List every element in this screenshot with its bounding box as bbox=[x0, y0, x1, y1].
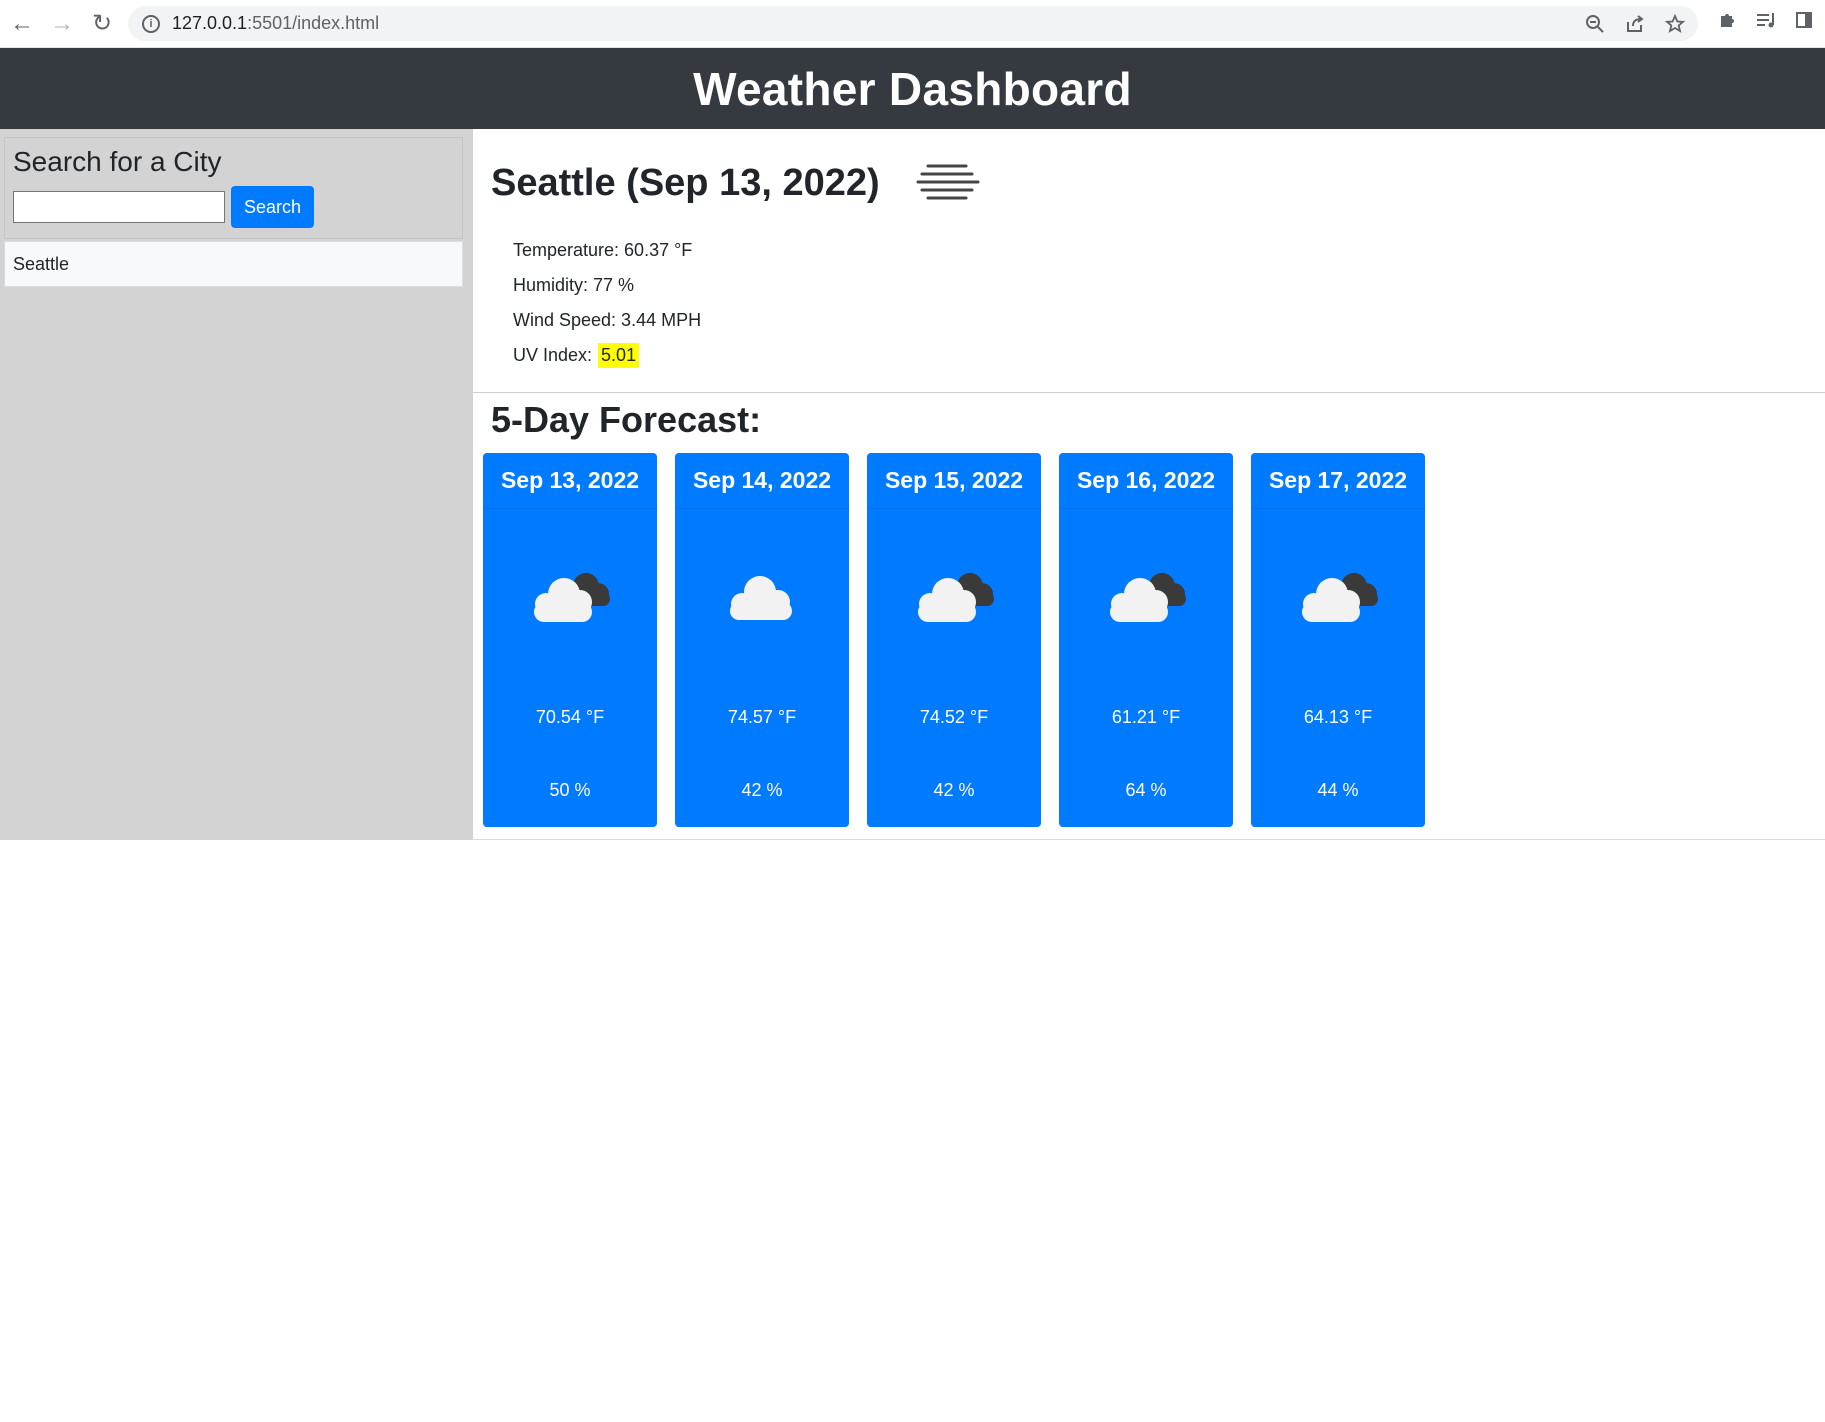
mist-icon bbox=[916, 162, 980, 211]
broken-clouds-icon bbox=[1100, 561, 1192, 631]
side-panel-icon[interactable] bbox=[1791, 7, 1817, 33]
forecast-date: Sep 15, 2022 bbox=[867, 453, 1041, 509]
humidity-text: Humidity: 77 % bbox=[513, 275, 635, 295]
forecast-temp: 61.21 °F bbox=[1111, 707, 1181, 727]
uv-index-badge: 5.01 bbox=[598, 343, 640, 368]
forecast-card: Sep 16, 2022 61.21 °F 64 % bbox=[1059, 453, 1233, 827]
back-arrow-icon[interactable]: ← bbox=[2, 4, 42, 44]
forecast-card: Sep 15, 2022 74.52 °F 42 % bbox=[867, 453, 1041, 827]
page-title: Weather Dashboard bbox=[693, 62, 1132, 115]
history-item-seattle[interactable]: Seattle bbox=[4, 241, 463, 287]
forecast-temp: 64.13 °F bbox=[1303, 707, 1373, 727]
scattered-clouds-icon bbox=[716, 561, 808, 631]
forecast-date: Sep 13, 2022 bbox=[483, 453, 657, 509]
address-bar[interactable]: i 127.0.0.1:5501/index.html bbox=[128, 6, 1698, 41]
forecast-humidity: 44 % bbox=[1317, 780, 1359, 800]
forecast-section: 5-Day Forecast: Sep 13, 2022 70.54 °F 50… bbox=[473, 399, 1825, 827]
site-info-icon[interactable]: i bbox=[142, 14, 160, 33]
city-search-input[interactable] bbox=[13, 191, 225, 223]
forecast-card: Sep 14, 2022 74.57 °F 42 % bbox=[675, 453, 849, 827]
reload-icon[interactable]: ↻ bbox=[82, 4, 122, 44]
extensions-puzzle-icon[interactable] bbox=[1715, 7, 1741, 33]
search-card: Search for a City Search bbox=[4, 137, 463, 239]
current-weather: Seattle (Sep 13, 2022) Temperature: 60.3… bbox=[473, 129, 1825, 393]
forecast-humidity: 64 % bbox=[1125, 780, 1167, 800]
temperature-text: Temperature: 60.37 °F bbox=[513, 240, 693, 260]
search-button[interactable]: Search bbox=[231, 186, 314, 228]
forecast-date: Sep 16, 2022 bbox=[1059, 453, 1233, 509]
search-title: Search for a City bbox=[13, 146, 222, 177]
broken-clouds-icon bbox=[524, 561, 616, 631]
url-path: :5501/index.html bbox=[247, 13, 380, 33]
forecast-card: Sep 17, 2022 64.13 °F 44 % bbox=[1251, 453, 1425, 827]
uv-index-row: UV Index: 5.01 bbox=[513, 338, 1825, 373]
forecast-humidity: 42 % bbox=[933, 780, 975, 800]
forecast-temp: 74.52 °F bbox=[919, 707, 989, 727]
forecast-temp: 74.57 °F bbox=[727, 707, 797, 727]
main-content: Seattle (Sep 13, 2022) Temperature: 60.3… bbox=[473, 129, 1825, 840]
broken-clouds-icon bbox=[1292, 561, 1384, 631]
browser-toolbar: ← → ↻ i 127.0.0.1:5501/index.html bbox=[0, 0, 1825, 48]
share-icon[interactable] bbox=[1622, 11, 1648, 37]
current-city-heading: Seattle (Sep 13, 2022) bbox=[491, 161, 880, 204]
current-header: Seattle (Sep 13, 2022) bbox=[491, 129, 1825, 237]
zoom-icon[interactable] bbox=[1582, 11, 1608, 37]
current-stats: Temperature: 60.37 °F Humidity: 77 % Win… bbox=[491, 233, 1825, 373]
forecast-cards: Sep 13, 2022 70.54 °F 50 % Sep 14, 2022 bbox=[483, 453, 1825, 827]
uv-index-label: UV Index: bbox=[513, 345, 593, 365]
forecast-humidity: 42 % bbox=[741, 780, 783, 800]
forecast-date: Sep 17, 2022 bbox=[1251, 453, 1425, 509]
forward-arrow-icon[interactable]: → bbox=[42, 4, 82, 44]
forecast-date: Sep 14, 2022 bbox=[675, 453, 849, 509]
bookmark-star-icon[interactable] bbox=[1662, 11, 1688, 37]
wind-speed-text: Wind Speed: 3.44 MPH bbox=[513, 310, 702, 330]
page-body: Search for a City Search Seattle Seattle… bbox=[0, 129, 1825, 840]
page-header: Weather Dashboard bbox=[0, 48, 1825, 129]
forecast-humidity: 50 % bbox=[549, 780, 591, 800]
forecast-title: 5-Day Forecast: bbox=[491, 399, 762, 440]
forecast-temp: 70.54 °F bbox=[535, 707, 605, 727]
broken-clouds-icon bbox=[908, 561, 1000, 631]
url-host: 127.0.0.1 bbox=[172, 13, 248, 33]
url-text[interactable]: 127.0.0.1:5501/index.html bbox=[172, 13, 379, 34]
reading-list-icon[interactable] bbox=[1753, 7, 1779, 33]
search-row: Search bbox=[13, 186, 454, 228]
sidebar: Search for a City Search Seattle bbox=[0, 129, 473, 840]
forecast-card: Sep 13, 2022 70.54 °F 50 % bbox=[483, 453, 657, 827]
